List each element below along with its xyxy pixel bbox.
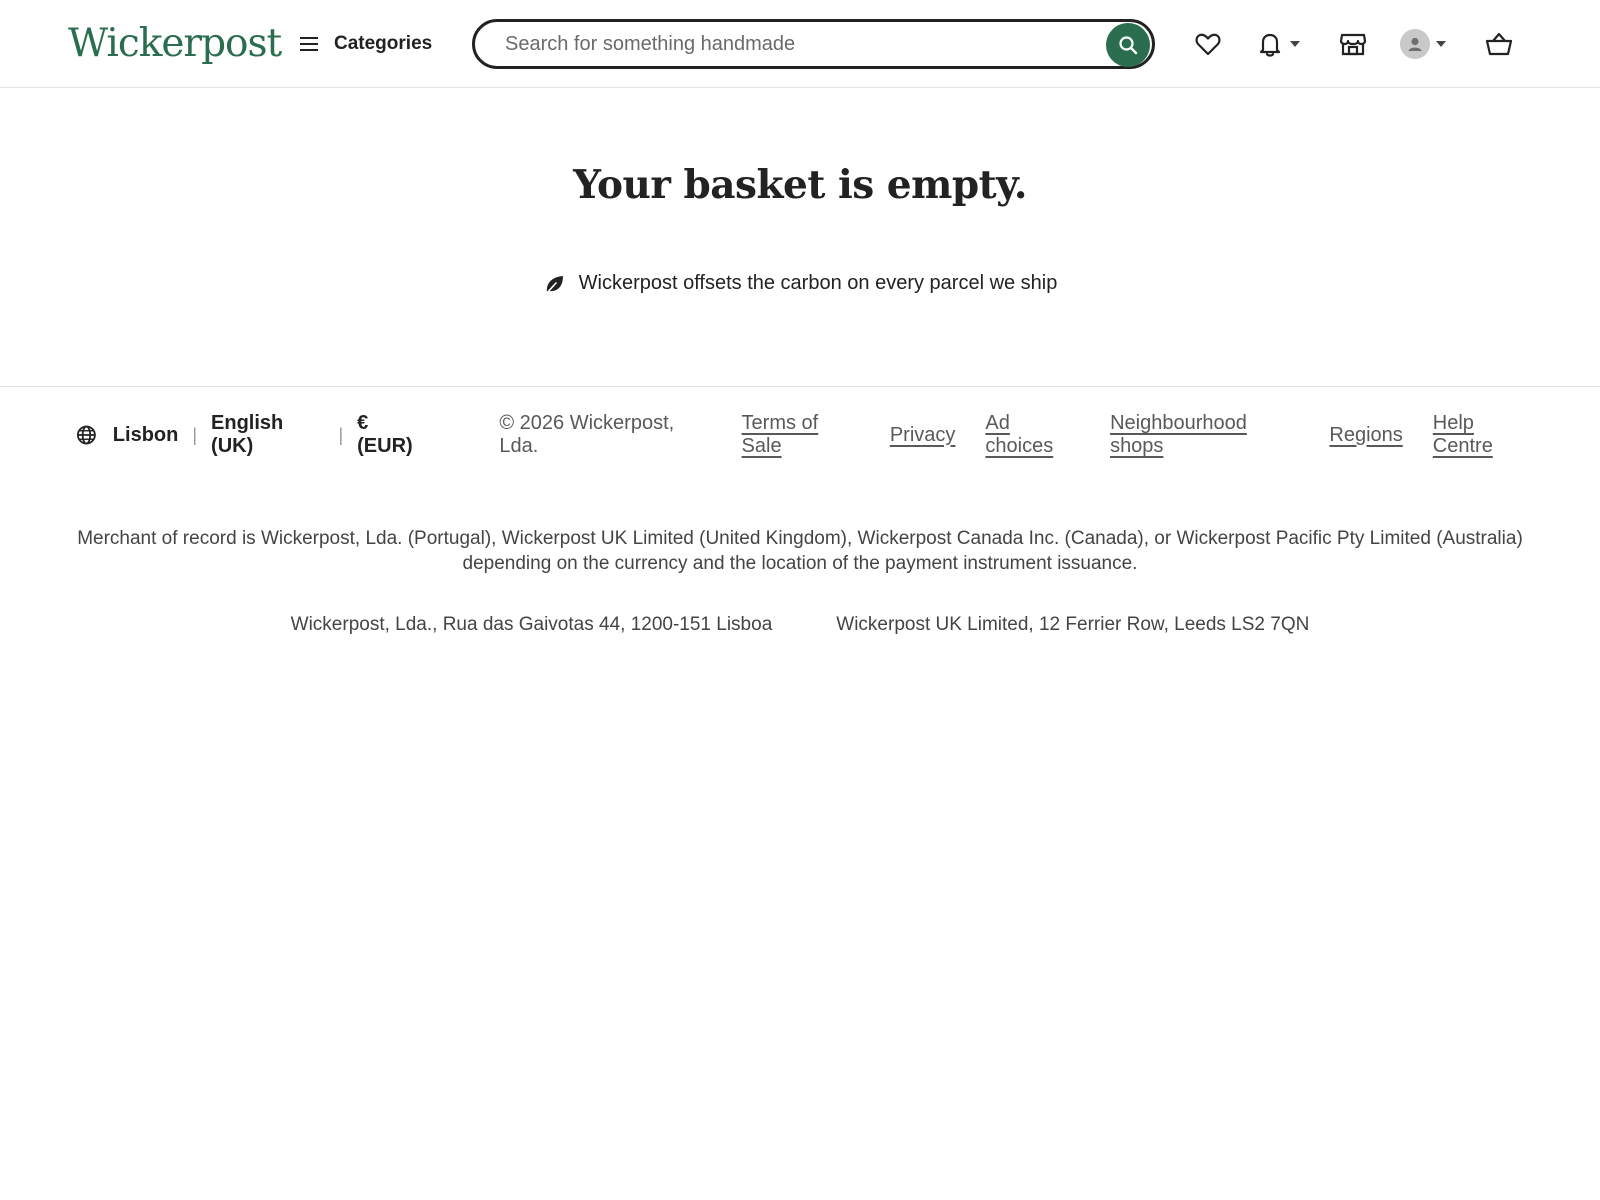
account-button[interactable] xyxy=(1400,26,1446,62)
page-title: Your basket is empty. xyxy=(573,162,1027,208)
footer-link-regions[interactable]: Regions xyxy=(1329,424,1402,447)
search-button[interactable] xyxy=(1106,23,1150,67)
copyright: © 2026 Wickerpost, Lda. xyxy=(499,412,675,457)
company-addresses: Wickerpost, Lda., Rua das Gaivotas 44, 1… xyxy=(0,614,1600,636)
search-icon xyxy=(1119,36,1138,55)
globe-icon xyxy=(76,425,96,445)
address-uk: Wickerpost UK Limited, 12 Ferrier Row, L… xyxy=(836,614,1310,635)
categories-label: Categories xyxy=(334,33,433,54)
merchant-of-record-notice: Merchant of record is Wickerpost, Lda. (… xyxy=(40,526,1560,576)
footer-link-privacy[interactable]: Privacy xyxy=(890,424,956,447)
footer-link-ad-choices[interactable]: Ad choices xyxy=(985,412,1080,458)
basket-icon xyxy=(1485,32,1513,56)
merchant-line: Merchant of record is Wickerpost, Lda. (… xyxy=(77,528,1523,549)
carbon-offset-text: Wickerpost offsets the carbon on every p… xyxy=(578,272,1058,294)
shop-icon xyxy=(1339,33,1367,56)
region-setting[interactable]: Lisbon xyxy=(113,424,179,447)
avatar-icon xyxy=(1408,37,1422,51)
avatar xyxy=(1400,29,1430,59)
search-input[interactable] xyxy=(505,24,1085,64)
favorites-button[interactable] xyxy=(1194,26,1222,62)
menu-icon xyxy=(300,37,318,51)
bell-icon xyxy=(1259,33,1281,57)
footer-link-terms-of-sale[interactable]: Terms of Sale xyxy=(742,412,860,458)
leaf-icon xyxy=(544,275,563,295)
basket-content: Your basket is empty. Wickerpost offsets… xyxy=(0,88,1600,387)
language-setting[interactable]: English (UK) xyxy=(211,412,324,458)
locale-separator: | xyxy=(338,424,344,445)
locale-settings[interactable]: Lisbon | English (UK) | € (EUR) xyxy=(76,412,425,458)
shop-manager-button[interactable] xyxy=(1338,26,1368,62)
search-bar xyxy=(472,19,1155,69)
merchant-line: depending on the currency and the locati… xyxy=(462,553,1138,574)
carbon-offset-notice: Wickerpost offsets the carbon on every p… xyxy=(0,272,1600,295)
heart-icon xyxy=(1195,33,1221,56)
currency-setting[interactable]: € (EUR) xyxy=(357,412,425,458)
categories-button[interactable]: Categories xyxy=(298,26,432,62)
chevron-down-icon xyxy=(1290,41,1300,47)
address-portugal: Wickerpost, Lda., Rua das Gaivotas 44, 1… xyxy=(290,614,773,635)
chevron-down-icon xyxy=(1436,41,1446,47)
notifications-button[interactable] xyxy=(1256,26,1300,62)
basket-button[interactable] xyxy=(1484,26,1514,62)
site-header: Wickerpost Categories xyxy=(0,0,1600,88)
locale-separator: | xyxy=(192,424,198,445)
footer-link-help-centre[interactable]: Help Centre xyxy=(1433,412,1536,458)
footer-link-neighbourhood-shops[interactable]: Neighbourhood shops xyxy=(1110,412,1299,458)
footer-bar: Lisbon | English (UK) | € (EUR) © 2026 W… xyxy=(76,412,1536,457)
logo[interactable]: Wickerpost xyxy=(68,18,282,70)
